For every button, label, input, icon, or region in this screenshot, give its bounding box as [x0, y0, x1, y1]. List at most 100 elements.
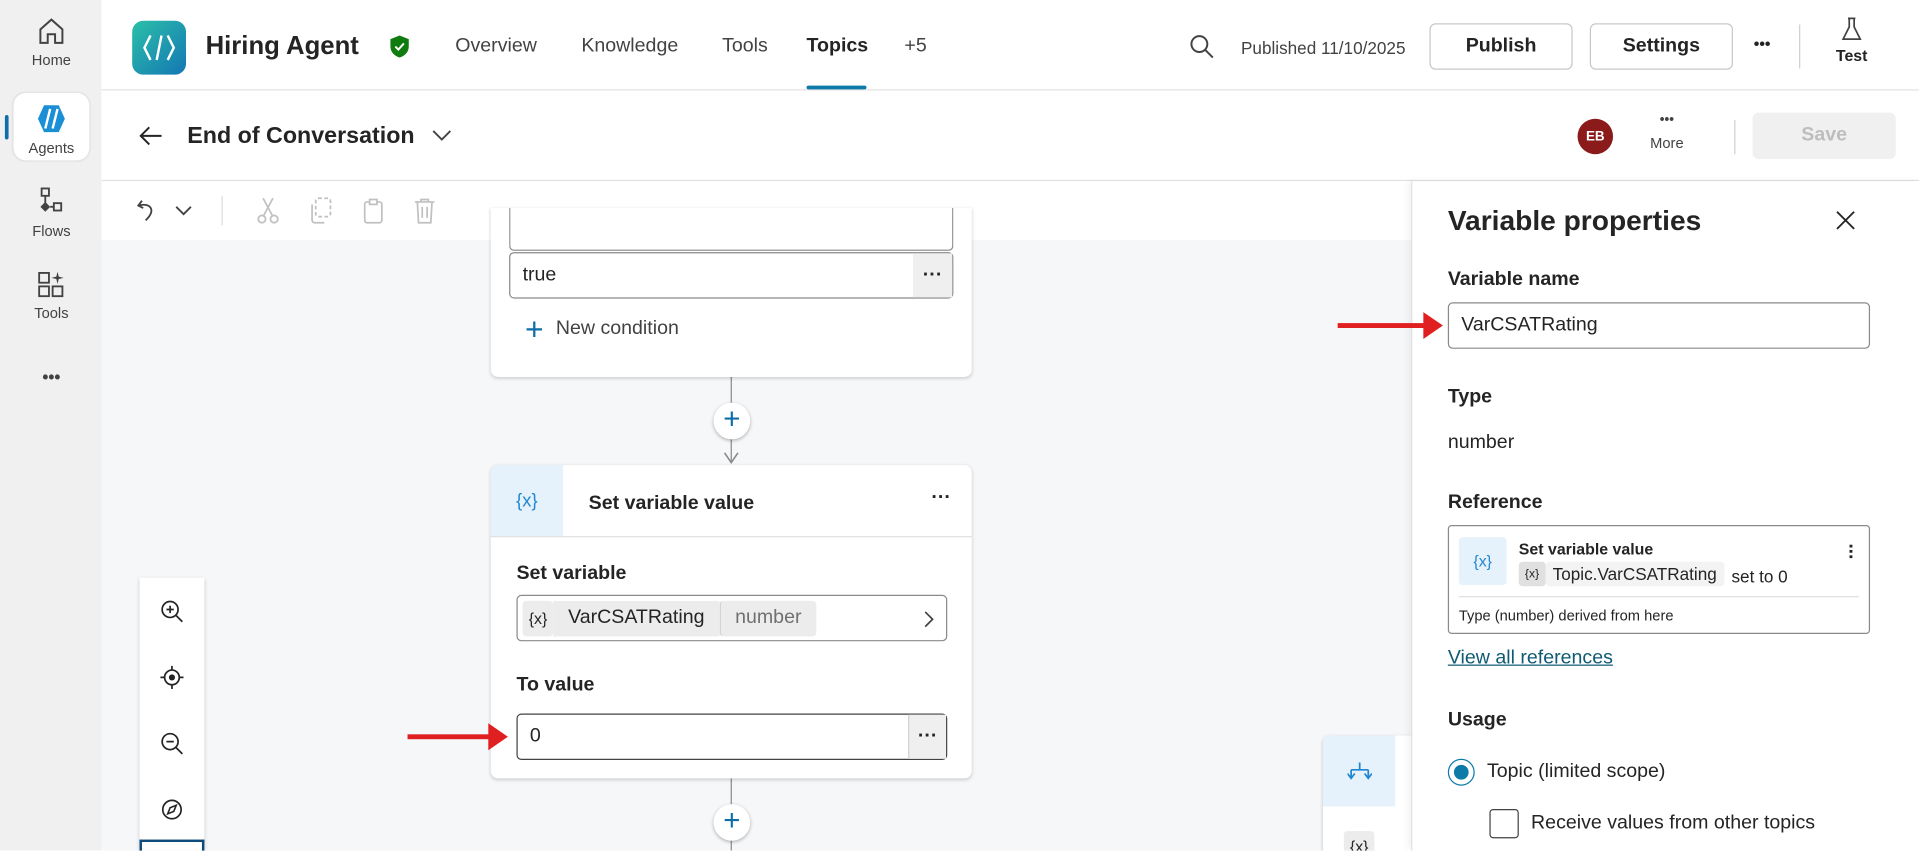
variable-picker[interactable]: {x} VarCSATRating number — [516, 594, 948, 642]
to-value: 0 — [529, 725, 541, 747]
rail-flows[interactable]: Flows — [13, 186, 89, 240]
zoom-in-icon[interactable] — [160, 600, 183, 623]
branch-icon-area — [1322, 735, 1396, 807]
topic-bar: End of Conversation EB ••• More Save — [101, 90, 1919, 182]
tab-more[interactable]: +5 — [904, 35, 926, 57]
test-button[interactable]: Test — [1827, 17, 1876, 65]
tab-overview[interactable]: Overview — [455, 35, 537, 57]
add-node-button[interactable]: + — [713, 804, 751, 841]
active-indicator — [4, 115, 9, 140]
variable-name-label: Variable name — [1447, 269, 1580, 291]
flask-icon — [1841, 17, 1862, 41]
to-value-input[interactable]: 0 ··· — [516, 713, 948, 761]
type-label: Type — [1447, 386, 1493, 408]
type-value: number — [1447, 432, 1515, 453]
set-variable-label: Set variable — [516, 562, 627, 584]
minimap-icon[interactable] — [160, 798, 183, 821]
reference-label: Reference — [1447, 491, 1543, 513]
arrow-down-icon — [723, 452, 739, 464]
home-icon — [39, 18, 64, 44]
condition-value-input[interactable]: true ··· — [509, 252, 954, 299]
topic-title: End of Conversation — [187, 123, 415, 150]
rail-agents[interactable]: Agents — [13, 93, 90, 161]
tab-knowledge[interactable]: Knowledge — [581, 35, 678, 57]
header-more-button[interactable]: ••• — [1754, 34, 1771, 52]
undo-chevron-icon[interactable] — [175, 206, 192, 217]
more-button[interactable]: ••• More — [1644, 113, 1691, 152]
rail-flows-label: Flows — [32, 222, 71, 240]
usage-label: Usage — [1447, 709, 1507, 731]
divider — [221, 195, 223, 226]
partial-node[interactable]: {x} — [1322, 735, 1421, 851]
variable-name-value: VarCSATRating — [1461, 314, 1598, 336]
avatar[interactable]: EB — [1577, 118, 1614, 155]
search-icon[interactable] — [1190, 34, 1214, 59]
view-all-references-link[interactable]: View all references — [1448, 647, 1613, 669]
set-variable-card[interactable]: {x} Set variable value ··· Set variable … — [490, 465, 972, 779]
add-node-button[interactable]: + — [713, 402, 751, 440]
reference-detail: {x} Topic.VarCSATRating set to 0 — [1518, 561, 1788, 587]
to-value-more-button[interactable]: ··· — [908, 714, 947, 759]
condition-value: true — [522, 264, 557, 286]
cut-icon[interactable] — [256, 197, 280, 224]
reference-more-button[interactable]: ··· — [1838, 543, 1860, 559]
rail-tools[interactable]: Tools — [13, 268, 89, 322]
annotation-arrow — [1337, 312, 1443, 340]
agent-logo — [132, 20, 187, 75]
verified-shield-icon — [390, 35, 409, 58]
recenter-icon[interactable] — [160, 665, 184, 690]
close-icon[interactable] — [1836, 211, 1856, 231]
card-more-button[interactable]: ··· — [931, 487, 951, 509]
panel-title: Variable properties — [1447, 204, 1702, 237]
test-label: Test — [1835, 46, 1868, 65]
tab-tools[interactable]: Tools — [722, 35, 768, 57]
publish-button[interactable]: Publish — [1429, 23, 1573, 70]
chevron-down-icon[interactable] — [432, 130, 452, 142]
partial-node-chip: {x} — [1343, 830, 1375, 851]
reference-suffix: set to 0 — [1731, 566, 1788, 587]
divider — [1734, 119, 1736, 155]
agents-icon — [37, 105, 65, 133]
rail-home-label: Home — [31, 51, 71, 69]
variable-name-input[interactable]: VarCSATRating — [1447, 302, 1871, 349]
to-value-label: To value — [516, 674, 595, 696]
settings-button[interactable]: Settings — [1589, 23, 1733, 70]
variable-properties-panel: Variable properties Variable name VarCSA… — [1411, 181, 1919, 851]
back-arrow-icon[interactable] — [138, 125, 162, 147]
copy-icon[interactable] — [308, 197, 332, 224]
zoom-control-item[interactable] — [139, 839, 205, 851]
reference-card[interactable]: {x} Set variable value {x} Topic.VarCSAT… — [1447, 525, 1871, 634]
tab-topics[interactable]: Topics — [807, 35, 869, 57]
rail-home[interactable]: Home — [13, 15, 89, 69]
radio-label: Topic (limited scope) — [1486, 761, 1666, 783]
agent-name: Hiring Agent — [205, 31, 359, 60]
condition-more-button[interactable]: ··· — [912, 253, 953, 298]
rail-more-button[interactable]: ••• — [13, 367, 89, 387]
flows-icon — [40, 187, 63, 212]
paste-icon[interactable] — [361, 197, 385, 224]
save-button[interactable]: Save — [1752, 112, 1896, 160]
checkbox-label: Receive values from other topics — [1531, 812, 1816, 834]
top-header: Hiring Agent Overview Knowledge Tools To… — [101, 0, 1919, 91]
chevron-right-icon — [924, 611, 934, 628]
rail-agents-label: Agents — [28, 139, 75, 157]
undo-icon[interactable] — [136, 198, 160, 222]
more-label: More — [1650, 134, 1684, 152]
annotation-arrow — [407, 723, 508, 751]
divider — [1799, 24, 1801, 69]
topic-scope-radio[interactable]: Topic (limited scope) — [1447, 758, 1666, 786]
reference-title: Set variable value — [1518, 539, 1654, 559]
zoom-out-icon[interactable] — [160, 732, 183, 755]
plus-icon: + — [525, 310, 544, 348]
divider — [490, 536, 972, 538]
reference-variable-icon: {x} — [1458, 537, 1507, 586]
new-condition-button[interactable]: + New condition — [525, 310, 679, 348]
active-tab-underline — [806, 85, 867, 90]
receive-values-checkbox[interactable]: Receive values from other topics — [1489, 808, 1816, 839]
zoom-controls — [139, 577, 205, 851]
more-dots-icon: ••• — [1659, 112, 1674, 128]
condition-card: true ··· + New condition — [490, 208, 972, 377]
checkbox-icon — [1489, 808, 1519, 839]
delete-icon[interactable] — [412, 197, 436, 224]
condition-field[interactable] — [509, 208, 954, 251]
